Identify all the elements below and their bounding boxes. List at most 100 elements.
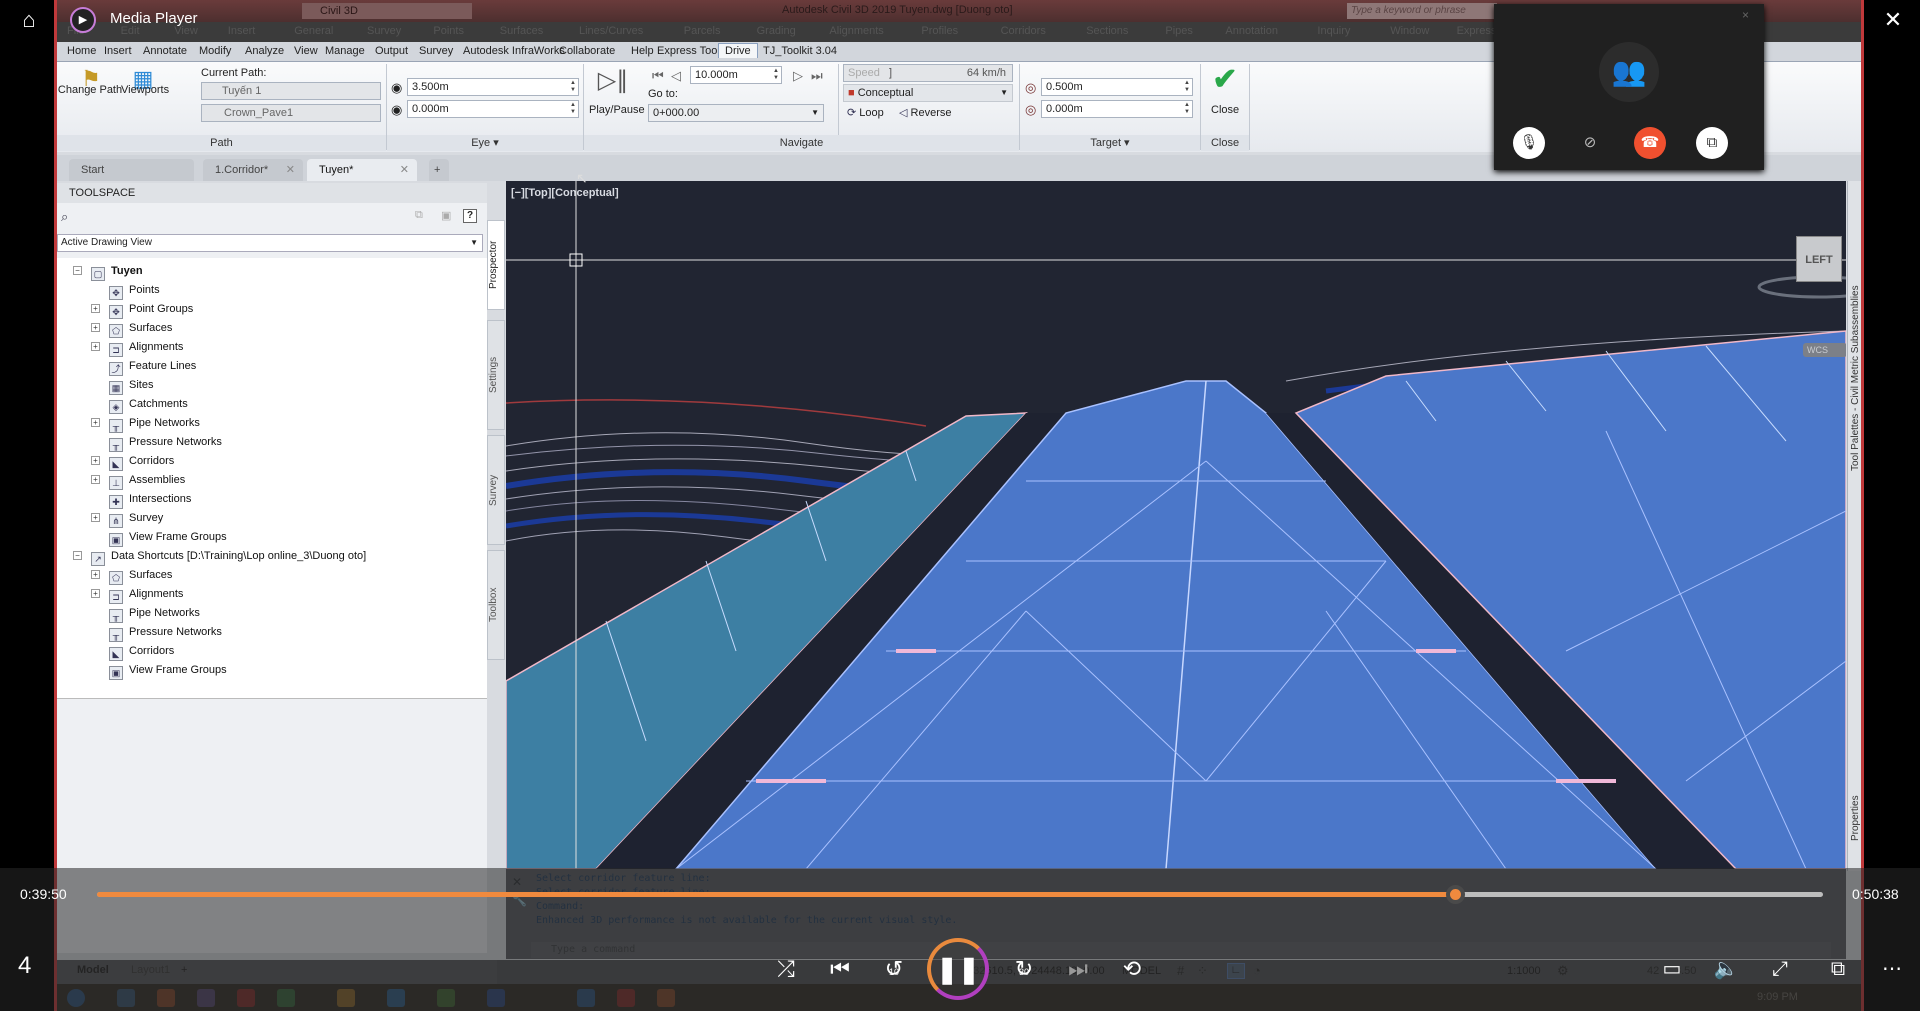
step-back-icon[interactable]: ◁	[671, 68, 681, 84]
tree-item[interactable]: + ⊥ Assemblies	[91, 471, 185, 490]
tree-item[interactable]: + ◣ Corridors	[91, 452, 174, 471]
close-drive-button[interactable]: Close	[1211, 104, 1239, 116]
seek-bar[interactable]	[97, 885, 1823, 904]
expand-icon[interactable]: +	[91, 475, 100, 484]
target-group-label[interactable]: Target ▾	[1020, 135, 1200, 151]
speed-slider-handle[interactable]: ]	[889, 65, 892, 81]
goto-select[interactable]: 0+000.00 ▼	[648, 104, 824, 122]
spinner-icon[interactable]: ▲ ▼	[569, 102, 577, 116]
tree-item[interactable]: ▣ View Frame Groups	[109, 528, 227, 547]
tree-item[interactable]: ✚ Intersections	[109, 490, 191, 509]
tree-item[interactable]: − ↗ Data Shortcuts [D:\Training\Lop online…	[73, 547, 366, 566]
microphone-button[interactable]: 🎙	[1513, 127, 1545, 159]
ribbon-tab-view[interactable]: View	[294, 45, 318, 57]
camera-off-button[interactable]: ⊘	[1574, 127, 1606, 159]
ribbon-tab-survey[interactable]: Survey	[419, 45, 453, 57]
close-tab-icon[interactable]: ✕	[400, 159, 409, 181]
ribbon-tab-insert[interactable]: Insert	[104, 45, 132, 57]
feature-line-field[interactable]: Crown_Pave1	[201, 104, 381, 122]
doc-tab-0[interactable]: Start	[69, 159, 194, 181]
checkmark-icon[interactable]: ✔	[1207, 62, 1243, 97]
tree-item[interactable]: + ✥ Point Groups	[91, 300, 193, 319]
ribbon-tab-express-tools[interactable]: Express Tools	[657, 45, 725, 57]
tree-item[interactable]: + ⬠ Surfaces	[91, 319, 172, 338]
speed-slider[interactable]: Speed] 64 km/h	[843, 64, 1013, 82]
tree-item[interactable]: ▦ Sites	[109, 376, 153, 395]
tree-item[interactable]: ◣ Corridors	[109, 642, 174, 661]
volume-button[interactable]: 🔈	[1706, 952, 1746, 986]
tree-item[interactable]: ╥ Pressure Networks	[109, 433, 222, 452]
tree-item[interactable]: + ⬠ Surfaces	[91, 566, 172, 585]
tree-item[interactable]: + ╥ Pipe Networks	[91, 414, 200, 433]
change-path-button[interactable]: Change Path	[57, 84, 129, 96]
toolspace-tab-prospector[interactable]: Prospector	[487, 220, 505, 310]
tool-palettes-tab[interactable]: Tool Palettes - Civil Metric Subassembli…	[1850, 271, 1861, 471]
spinner-icon[interactable]: ▲ ▼	[772, 68, 780, 82]
next-button[interactable]: ⏭	[1058, 952, 1098, 986]
collapse-icon[interactable]: −	[73, 551, 82, 560]
tree-item[interactable]: ▣ View Frame Groups	[109, 661, 227, 680]
ribbon-tab-help[interactable]: Help	[631, 45, 654, 57]
ribbon-tab-drive[interactable]: Drive	[718, 43, 758, 58]
close-icon[interactable]: ✕	[1878, 6, 1908, 34]
doc-tab-2[interactable]: Tuyen* ✕	[307, 159, 417, 181]
tree-item[interactable]: ✥ Points	[109, 281, 160, 300]
panel-icon[interactable]: ▣	[441, 209, 451, 222]
tree-item[interactable]: − ▢ Tuyen	[73, 262, 143, 281]
visual-style-select[interactable]: ■ Conceptual ▼	[843, 84, 1013, 102]
tree-item[interactable]: + ⊐ Alignments	[91, 585, 183, 604]
new-tab-button[interactable]: +	[429, 159, 449, 181]
collapse-icon[interactable]: −	[73, 266, 82, 275]
tree-item[interactable]: + ⊐ Alignments	[91, 338, 183, 357]
first-step-icon[interactable]: ⏮	[652, 68, 664, 84]
properties-tab[interactable]: Properties	[1850, 741, 1861, 841]
toolspace-tab-toolbox[interactable]: Toolbox	[487, 550, 505, 660]
expand-icon[interactable]: +	[91, 456, 100, 465]
toolspace-tab-settings[interactable]: Settings	[487, 320, 505, 430]
subtitles-button[interactable]: ▭	[1652, 952, 1692, 986]
view-select[interactable]: Active Drawing View ▼	[57, 234, 483, 252]
play-pause-button[interactable]: Play/Pause	[589, 104, 645, 116]
toggle-icon[interactable]: ⧉	[415, 209, 423, 222]
tree-item[interactable]: ⤴ Feature Lines	[109, 357, 196, 376]
ribbon-tab-modify[interactable]: Modify	[199, 45, 231, 57]
wcs-menu[interactable]: WCS	[1803, 343, 1846, 357]
target-offset-input[interactable]: 0.000m ▲ ▼	[1041, 100, 1193, 118]
viewcube[interactable]: LEFT	[1796, 236, 1842, 282]
ribbon-tab-tj-toolkit-3-04[interactable]: TJ_Toolkit 3.04	[763, 45, 837, 57]
expand-icon[interactable]: +	[91, 418, 100, 427]
drawing-viewport[interactable]: [−][Top][Conceptual] LEFT WCS	[506, 181, 1846, 869]
step-forward-icon[interactable]: ▷	[793, 68, 803, 84]
tree-item[interactable]: ╥ Pipe Networks	[109, 604, 200, 623]
eye-height-input[interactable]: 3.500m ▲ ▼	[407, 78, 579, 96]
search-icon[interactable]: ⌕	[61, 209, 68, 225]
expand-icon[interactable]: +	[91, 342, 100, 351]
close-icon[interactable]: ×	[1742, 8, 1749, 22]
close-tab-icon[interactable]: ✕	[286, 159, 295, 181]
ribbon-tab-autodesk-infraworks[interactable]: Autodesk InfraWorks	[463, 45, 565, 57]
viewports-button[interactable]: Viewports	[121, 84, 169, 96]
reverse-button[interactable]: ◁ Reverse	[899, 106, 951, 119]
tree-item[interactable]: + ⋔ Survey	[91, 509, 163, 528]
more-button[interactable]: ⋯	[1872, 952, 1912, 986]
viewport-controls-label[interactable]: [−][Top][Conceptual]	[511, 187, 619, 199]
help-icon[interactable]: ?	[463, 209, 477, 223]
home-icon[interactable]: ⌂	[16, 8, 42, 32]
spinner-icon[interactable]: ▲ ▼	[1183, 80, 1191, 94]
expand-icon[interactable]: +	[91, 304, 100, 313]
loop-button[interactable]: ⟳ Loop	[847, 106, 884, 119]
ribbon-tab-annotate[interactable]: Annotate	[143, 45, 187, 57]
forward-30-button[interactable]: ↻ 30	[1004, 952, 1044, 986]
play-pause-icon[interactable]: ▷∥	[597, 66, 629, 95]
rewind-10-button[interactable]: ↺ 10	[874, 952, 914, 986]
expand-icon[interactable]: +	[91, 589, 100, 598]
expand-icon[interactable]: +	[91, 513, 100, 522]
fullscreen-button[interactable]: ⤢	[1760, 952, 1800, 986]
ribbon-tab-manage[interactable]: Manage	[325, 45, 365, 57]
eye-group-label[interactable]: Eye ▾	[387, 135, 583, 151]
tree-item[interactable]: ◈ Catchments	[109, 395, 188, 414]
ribbon-tab-analyze[interactable]: Analyze	[245, 45, 284, 57]
eye-offset-input[interactable]: 0.000m ▲ ▼	[407, 100, 579, 118]
current-path-field[interactable]: Tuyến 1	[201, 82, 381, 100]
expand-icon[interactable]: +	[91, 323, 100, 332]
